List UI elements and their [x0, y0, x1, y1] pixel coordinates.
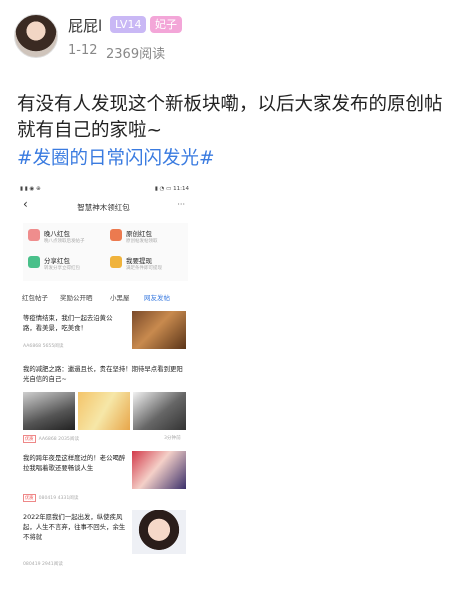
- user-avatar[interactable]: [14, 14, 58, 58]
- tab-rewards: 奖励公开晒: [60, 294, 93, 302]
- redpacket-grid: 晚八红包 晚八点领取后发帖子 原创红包 原创帖发帖领取 分享红包 转发分享立得红…: [23, 223, 188, 281]
- screenshot-tabs: 红包帖子 奖励公开晒 小黑屋 网友发帖: [22, 292, 187, 304]
- feed-post-meta: 080419 2941阅读: [23, 562, 63, 567]
- grid-label: 我要提现: [126, 257, 152, 265]
- feed-post-meta: 优质 080419 4331阅读: [23, 494, 79, 502]
- feed-post-text: 等疫情结束，我们一起去沿黄公路，看美景，吃美食！: [23, 314, 113, 332]
- post-body-text: 有没有人发现这个新板块嘞，以后大家发布的原创帖就有自己的家啦~: [17, 94, 443, 141]
- party-image: [132, 451, 186, 489]
- grid-label: 原创红包: [126, 230, 152, 238]
- post-date: 1-12: [68, 43, 98, 58]
- grid-item-share: 分享红包 转发分享立得红包: [25, 253, 105, 279]
- feed-post-text: 我的跨年夜是这样度过的！老公喝醉拉我唱着歌还要畅谈人生: [23, 454, 126, 472]
- redpacket-icon: [28, 229, 40, 241]
- wallet-icon: [110, 256, 122, 268]
- feed-post-text: 2022年愿我们一起出发，纵使疾风起，人生不言弃，往事不回头，余生不将就: [23, 513, 126, 541]
- grid-label: 分享红包: [44, 257, 70, 265]
- grid-item-withdraw: 我要提现 满足条件即可提现: [107, 253, 187, 279]
- tab-user-posts: 网友发帖: [144, 294, 170, 302]
- grid-sub: 满足条件即可提现: [126, 266, 162, 271]
- feed-post-time: 3分钟前: [164, 436, 181, 441]
- status-time: ▮ ◔ ▭ 11:14: [154, 186, 189, 192]
- status-bar: ▮ ▮ ◉ ⊕ ▮ ◔ ▭ 11:14: [20, 186, 189, 194]
- photo-image: [23, 392, 75, 430]
- status-icons: ▮ ▮ ◉ ⊕: [20, 186, 41, 192]
- original-icon: [110, 229, 122, 241]
- read-count: 2369阅读: [106, 47, 166, 62]
- level-badge: LV14: [110, 16, 147, 33]
- title-badge: 妃子: [150, 16, 182, 33]
- hashtag-link[interactable]: #发圈的日常闪闪发光#: [17, 144, 215, 170]
- feed-post-meta: 优质 AA6868 2035阅读: [23, 435, 80, 443]
- photo-image: [78, 392, 130, 430]
- portrait-image: [132, 510, 186, 554]
- more-options-icon: ···: [177, 200, 185, 209]
- grid-label: 晚八红包: [44, 230, 70, 238]
- food-image: [132, 311, 186, 349]
- feed-post-text: 我的减肥之路：邋遢且长，贵在坚持！期待早点看到更阳光自信的自己~: [23, 365, 183, 383]
- screenshot-header: ‹ 智慧神木领红包 ···: [14, 197, 193, 216]
- grid-item-wanba: 晚八红包 晚八点领取后发帖子: [25, 226, 105, 252]
- share-icon: [28, 256, 40, 268]
- photo-image: [133, 392, 186, 430]
- screenshot-title: 智慧神木领红包: [77, 203, 130, 212]
- tab-blackroom: 小黑屋: [110, 294, 130, 302]
- grid-sub: 原创帖发帖领取: [126, 239, 158, 244]
- grid-sub: 晚八点领取后发帖子: [44, 239, 85, 244]
- grid-sub: 转发分享立得红包: [44, 266, 80, 271]
- feed-post-meta: AA6868 5655阅读: [23, 344, 64, 349]
- embedded-screenshot[interactable]: ▮ ▮ ◉ ⊕ ▮ ◔ ▭ 11:14 ‹ 智慧神木领红包 ··· 晚八红包 晚…: [14, 183, 193, 583]
- username[interactable]: 屁屁l: [68, 15, 102, 36]
- tab-redpacket-posts: 红包帖子: [22, 294, 48, 302]
- grid-item-original: 原创红包 原创帖发帖领取: [107, 226, 187, 252]
